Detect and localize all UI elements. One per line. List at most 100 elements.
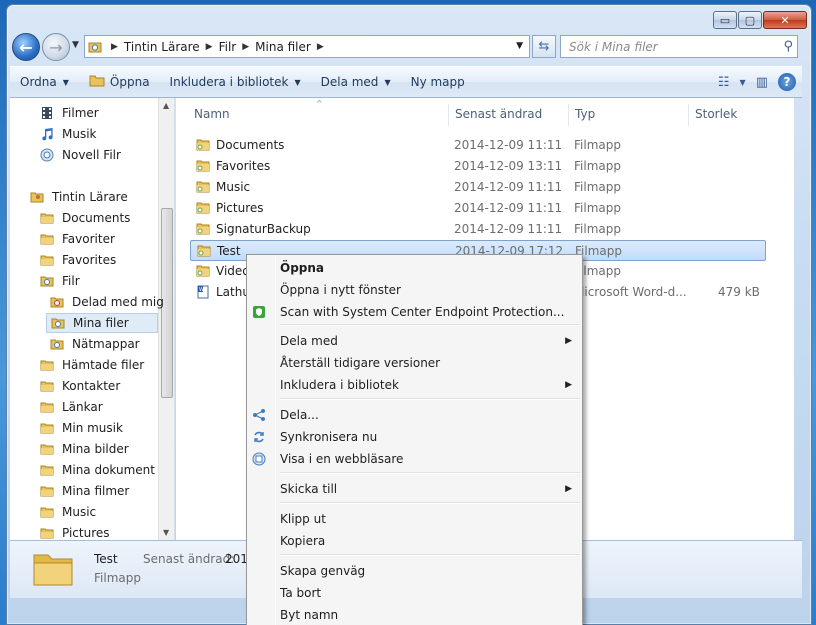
context-menu-item[interactable]: Dela med ▶ [247, 330, 582, 352]
file-row[interactable]: Favorites 2014-12-09 13:11 Filmapp [190, 156, 766, 177]
nav-item-documents[interactable]: Documents [40, 208, 130, 228]
context-menu-item[interactable]: Klipp ut [247, 508, 582, 530]
context-menu-item[interactable]: Öppna i nytt fönster [247, 279, 582, 301]
column-divider[interactable] [448, 104, 449, 126]
column-header-date[interactable]: Senast ändrad [455, 98, 542, 130]
file-date: 2014-12-09 11:11 [454, 201, 563, 215]
folder-icon [40, 253, 56, 267]
nav-item-pictures[interactable]: Pictures [40, 523, 110, 540]
folder-icon [40, 421, 56, 435]
sync-icon [251, 429, 267, 445]
context-menu-item[interactable]: Kopiera [247, 530, 582, 552]
new-folder-button[interactable]: Ny mapp [401, 67, 475, 97]
forward-button[interactable]: → [42, 33, 70, 61]
chevron-down-icon: ▼ [294, 77, 301, 87]
file-row[interactable]: Documents 2014-12-09 11:11 Filmapp [190, 135, 766, 156]
nav-item-novell-filr[interactable]: Novell Filr [40, 145, 121, 165]
scroll-up-icon[interactable]: ▲ [163, 101, 169, 110]
file-row[interactable]: SignaturBackup 2014-12-09 11:11 Filmapp [190, 219, 766, 240]
column-divider[interactable] [568, 104, 569, 126]
shared-folder-icon [50, 295, 66, 309]
context-menu-item[interactable]: Scan with System Center Endpoint Protect… [247, 301, 582, 323]
include-in-library-button[interactable]: Inkludera i bibliotek ▼ [160, 67, 311, 97]
search-input[interactable]: Sök i Mina filer ⚲ [560, 35, 798, 58]
nav-item-delad-med-mig[interactable]: Delad med mig [50, 292, 164, 312]
nav-item-favorites[interactable]: Favorites [40, 250, 116, 270]
preview-pane-icon[interactable]: ▥ [756, 75, 768, 90]
share-with-button[interactable]: Dela med ▼ [311, 67, 401, 97]
address-dropdown-icon[interactable]: ▼ [516, 41, 523, 51]
context-menu: Öppna Öppna i nytt fönster Scan with Syste… [246, 254, 583, 625]
filr-icon [85, 40, 105, 54]
submenu-arrow-icon: ▶ [565, 380, 572, 390]
nav-item-filr[interactable]: Filr [40, 271, 80, 291]
column-header-type[interactable]: Typ [575, 98, 595, 130]
back-button[interactable]: ← [12, 33, 40, 61]
file-type: Filmapp [574, 159, 621, 173]
nav-item-mina-dokument[interactable]: Mina dokument [40, 460, 155, 480]
context-menu-item[interactable]: Ta bort [247, 582, 582, 604]
breadcrumb-item-mina-filer[interactable]: Mina filer [255, 40, 311, 54]
column-header-name[interactable]: Namn [194, 98, 230, 130]
filr-folder-icon [40, 274, 56, 288]
menu-item-label: Skicka till [280, 482, 338, 496]
context-menu-item[interactable]: Öppna [247, 257, 582, 279]
breadcrumb-item-filr[interactable]: Filr [219, 40, 237, 54]
nav-item-hämtade-filer[interactable]: Hämtade filer [40, 355, 144, 375]
nav-item-nätmappar[interactable]: Nätmappar [50, 334, 140, 354]
context-menu-item[interactable]: Skicka till ▶ [247, 478, 582, 500]
view-options-icon[interactable]: ☷ [718, 75, 730, 90]
organize-button[interactable]: Ordna ▼ [10, 67, 79, 97]
context-menu-item[interactable]: Dela... [247, 404, 582, 426]
maximize-button[interactable]: ▢ [738, 11, 762, 29]
search-icon[interactable]: ⚲ [783, 39, 793, 54]
context-menu-item[interactable]: Återställ tidigare versioner [247, 352, 582, 374]
chevron-right-icon[interactable]: ▶ [206, 42, 213, 52]
nav-item-filmer[interactable]: Filmer [40, 103, 99, 123]
context-menu-item[interactable]: Inkludera i bibliotek ▶ [247, 374, 582, 396]
share-with-label: Dela med [320, 75, 379, 89]
file-type: Filmapp [574, 180, 621, 194]
context-menu-item[interactable]: Visa i en webbläsare [247, 448, 582, 470]
chevron-right-icon[interactable]: ▶ [242, 42, 249, 52]
open-button[interactable]: Öppna [79, 67, 160, 97]
column-header-size[interactable]: Storlek [695, 98, 737, 130]
nav-item-min-musik[interactable]: Min musik [40, 418, 123, 438]
nav-item-mina-filer[interactable]: Mina filer [46, 313, 158, 333]
help-icon[interactable]: ? [778, 73, 796, 91]
context-menu-item[interactable]: Synkronisera nu [247, 426, 582, 448]
chevron-down-icon[interactable]: ▼ [740, 78, 746, 87]
nav-item-mina-bilder[interactable]: Mina bilder [40, 439, 129, 459]
nav-item-music[interactable]: Music [40, 502, 96, 522]
file-name: Favorites [216, 159, 271, 173]
column-divider[interactable] [688, 104, 689, 126]
breadcrumb-item-user[interactable]: Tintin Lärare [124, 40, 200, 54]
nav-item-musik[interactable]: Musik [40, 124, 97, 144]
file-row[interactable]: Pictures 2014-12-09 11:11 Filmapp [190, 198, 766, 219]
refresh-button[interactable]: ⇆ [532, 35, 556, 58]
scroll-down-icon[interactable]: ▼ [163, 528, 169, 537]
minimize-button[interactable]: ▭ [713, 11, 737, 29]
address-bar[interactable]: ▶ Tintin Lärare ▶ Filr ▶ Mina filer ▶ ▼ [84, 35, 530, 58]
nav-item-tintin-lärare[interactable]: Tintin Lärare [30, 187, 128, 207]
nav-item-länkar[interactable]: Länkar [40, 397, 103, 417]
synced-folder-icon [196, 222, 210, 235]
folder-icon [40, 400, 56, 414]
nav-item-kontakter[interactable]: Kontakter [40, 376, 120, 396]
search-placeholder: Sök i Mina filer [569, 39, 658, 54]
music-icon [40, 127, 56, 141]
nav-item-mina-filmer[interactable]: Mina filmer [40, 481, 129, 501]
close-button[interactable]: ✕ [763, 11, 807, 29]
nav-item-label: Nätmappar [72, 337, 140, 351]
file-row[interactable]: Music 2014-12-09 11:11 Filmapp [190, 177, 766, 198]
context-menu-item[interactable]: Skapa genväg [247, 560, 582, 582]
file-size: 479 kB [718, 285, 760, 299]
file-type: Microsoft Word-d... [574, 285, 687, 299]
nav-item-favoriter[interactable]: Favoriter [40, 229, 115, 249]
chevron-right-icon[interactable]: ▶ [111, 42, 118, 52]
nav-scrollbar[interactable]: ▲ ▼ [158, 98, 174, 540]
recent-pages-dropdown[interactable]: ▼ [72, 40, 79, 50]
context-menu-item[interactable]: Byt namn [247, 604, 582, 625]
folder-icon [40, 442, 56, 456]
chevron-right-icon[interactable]: ▶ [317, 42, 324, 52]
